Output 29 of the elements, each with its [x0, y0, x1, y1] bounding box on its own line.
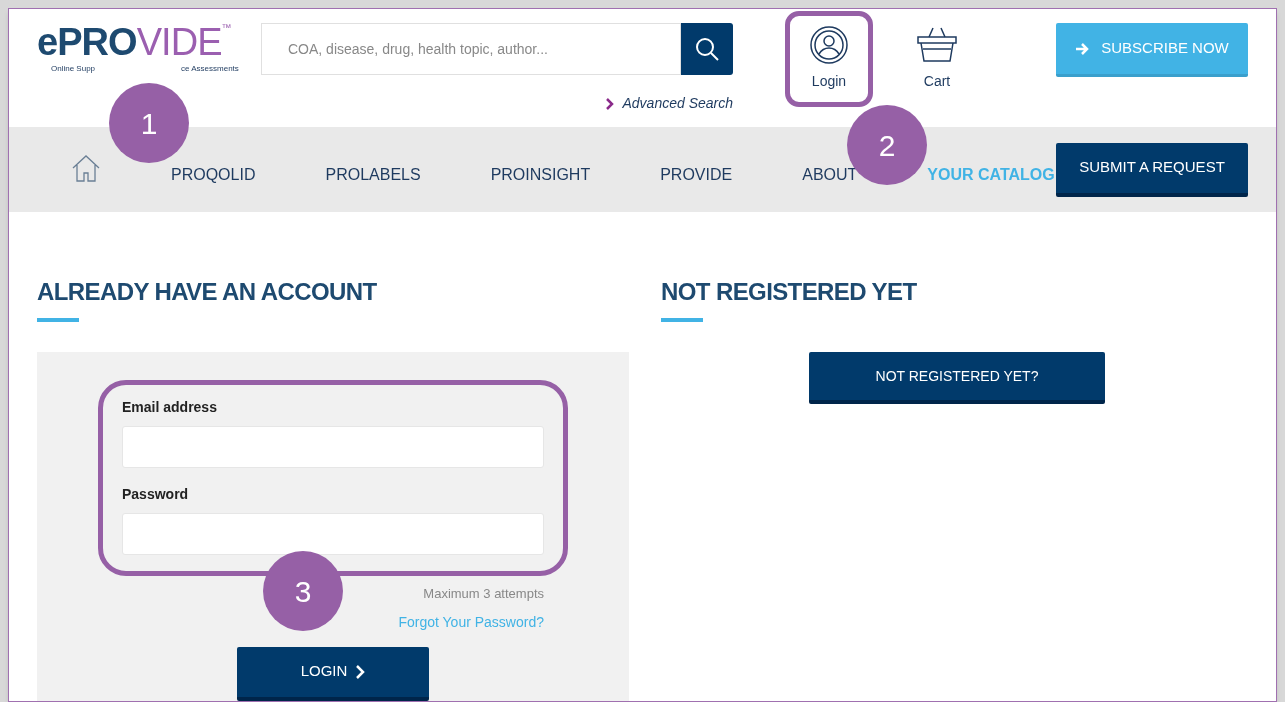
header-action[interactable]: Login [791, 17, 867, 99]
callout-marker: 1 [109, 83, 189, 163]
logo-tagline: ce Assessments [181, 63, 239, 75]
nav-link[interactable]: ABOUT [802, 166, 858, 183]
section-heading: NOT REGISTERED YET [661, 277, 918, 307]
submit-request-button[interactable]: SUBMIT A REQUEST [1056, 142, 1248, 197]
section-heading: ALREADY HAVE AN ACCOUNT [37, 277, 378, 307]
header-action[interactable]: Cart [899, 17, 975, 99]
search-button[interactable] [681, 23, 733, 75]
logo-tagline: Online Supp [51, 63, 96, 75]
logo[interactable]: ePROVIDE™ [37, 23, 261, 61]
field-label: Email address [122, 398, 218, 417]
nav-link[interactable]: PROQOLID [171, 166, 256, 183]
input-field[interactable] [122, 426, 544, 468]
search-field[interactable]: COA, disease, drug, health topic, author... [261, 23, 681, 75]
chevron-icon [606, 97, 615, 110]
register-button[interactable]: NOT REGISTERED YET? [809, 352, 1105, 404]
input-field[interactable] [122, 513, 544, 555]
nav-link[interactable]: PROLABELS [325, 166, 421, 183]
login-button[interactable]: LOGIN [237, 646, 429, 701]
user-icon [809, 24, 849, 65]
nav-link[interactable]: PROVIDE [660, 166, 733, 183]
advanced-search-link[interactable]: Advanced Search [606, 93, 733, 114]
field-label: Password [122, 485, 190, 504]
search-icon [694, 36, 720, 62]
nav-link[interactable]: PROINSIGHT [490, 166, 591, 183]
attempts-note: Maximum 3 attempts [423, 585, 544, 603]
arrow-icon [1075, 41, 1090, 56]
chevron-icon [355, 664, 366, 679]
